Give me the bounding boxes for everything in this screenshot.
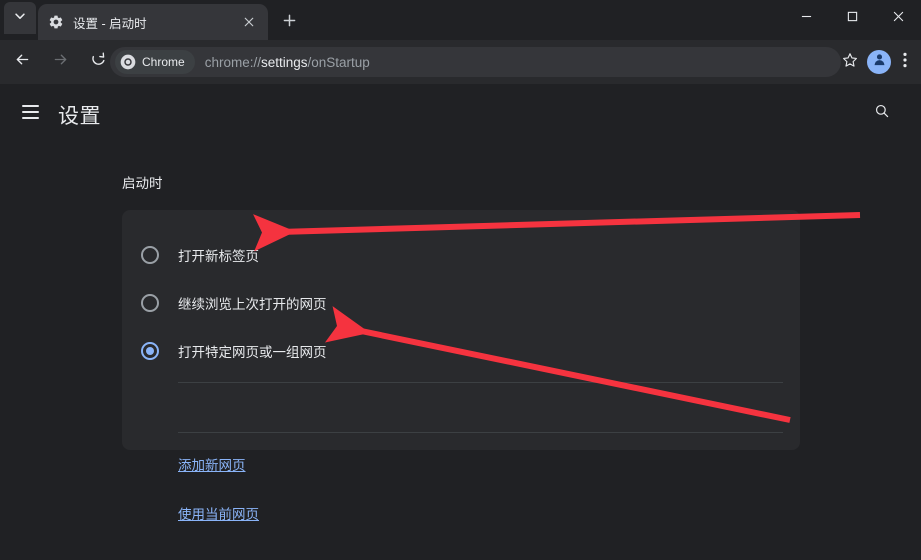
chevron-down-icon	[13, 9, 27, 28]
browser-window: 设置 - 启动时 Chrome chrome://settings/onStar…	[0, 0, 921, 560]
minimize-icon	[801, 9, 812, 27]
settings-search-button[interactable]	[867, 98, 897, 128]
settings-header: 设置	[0, 84, 921, 140]
startup-option-open-specific-pages[interactable]: 打开特定网页或一组网页	[122, 327, 800, 375]
page-title: 设置	[58, 105, 101, 128]
tab-strip: 设置 - 启动时	[0, 0, 921, 40]
browser-menu-button[interactable]	[891, 47, 919, 77]
radio-button[interactable]	[141, 294, 159, 312]
three-dot-menu-icon	[903, 52, 907, 73]
url-text: chrome://settings/onStartup	[205, 55, 370, 70]
reload-icon	[90, 51, 107, 73]
tab-settings[interactable]: 设置 - 启动时	[38, 4, 268, 40]
url-prefix: chrome://	[204, 54, 261, 70]
startup-option-open-new-tab[interactable]: 打开新标签页	[122, 231, 800, 279]
new-tab-button[interactable]	[276, 10, 302, 36]
settings-page: 设置 启动时 打开新标签页 继续浏览上次打开的网页 打开特定网页或一组网页 添加…	[0, 84, 921, 560]
startup-option-label: 打开特定网页或一组网页	[178, 345, 327, 360]
use-current-pages-link[interactable]: 使用当前网页	[178, 503, 259, 523]
url-highlight: settings	[260, 54, 308, 70]
hamburger-bar	[21, 105, 39, 107]
gear-icon	[48, 14, 64, 30]
radio-button-selected[interactable]	[141, 342, 159, 360]
address-bar[interactable]: Chrome chrome://settings/onStartup	[110, 47, 841, 77]
hamburger-bar	[21, 117, 39, 119]
window-controls	[783, 0, 921, 36]
use-current-pages-row[interactable]: 使用当前网页	[178, 502, 259, 524]
maximize-button[interactable]	[829, 0, 875, 36]
star-icon	[842, 52, 858, 73]
startup-option-label: 打开新标签页	[178, 249, 259, 264]
forward-button[interactable]	[44, 46, 76, 78]
section-title: 启动时	[122, 176, 163, 191]
search-icon	[874, 103, 890, 124]
chrome-logo-icon	[120, 54, 136, 70]
url-suffix: /onStartup	[307, 54, 370, 70]
chrome-origin-chip[interactable]: Chrome	[115, 50, 195, 74]
close-icon	[893, 9, 904, 27]
profile-avatar-icon	[872, 52, 887, 72]
plus-icon	[283, 14, 296, 32]
bookmark-button[interactable]	[835, 47, 865, 77]
radio-button[interactable]	[141, 246, 159, 264]
chrome-chip-label: Chrome	[142, 55, 185, 69]
arrow-left-icon	[14, 51, 31, 73]
startup-option-continue-where-left-off[interactable]: 继续浏览上次打开的网页	[122, 279, 800, 327]
hamburger-menu-icon[interactable]	[16, 98, 44, 126]
startup-option-label: 继续浏览上次打开的网页	[178, 297, 327, 312]
back-button[interactable]	[6, 46, 38, 78]
tab-title: 设置 - 启动时	[73, 16, 147, 31]
add-new-page-link[interactable]: 添加新网页	[178, 454, 246, 474]
profile-button[interactable]	[867, 50, 891, 74]
arrow-right-icon	[52, 51, 69, 73]
minimize-button[interactable]	[783, 0, 829, 36]
tab-search-button[interactable]	[4, 2, 36, 34]
maximize-icon	[847, 9, 858, 27]
tab-close-button[interactable]	[240, 13, 258, 31]
close-button[interactable]	[875, 0, 921, 36]
divider	[178, 382, 783, 383]
divider	[178, 432, 783, 433]
hamburger-bar	[21, 111, 39, 113]
browser-toolbar: Chrome chrome://settings/onStartup	[0, 40, 921, 84]
on-startup-card: 打开新标签页 继续浏览上次打开的网页 打开特定网页或一组网页 添加新网页 使用当…	[122, 210, 800, 522]
add-new-page-row[interactable]: 添加新网页	[178, 453, 246, 475]
